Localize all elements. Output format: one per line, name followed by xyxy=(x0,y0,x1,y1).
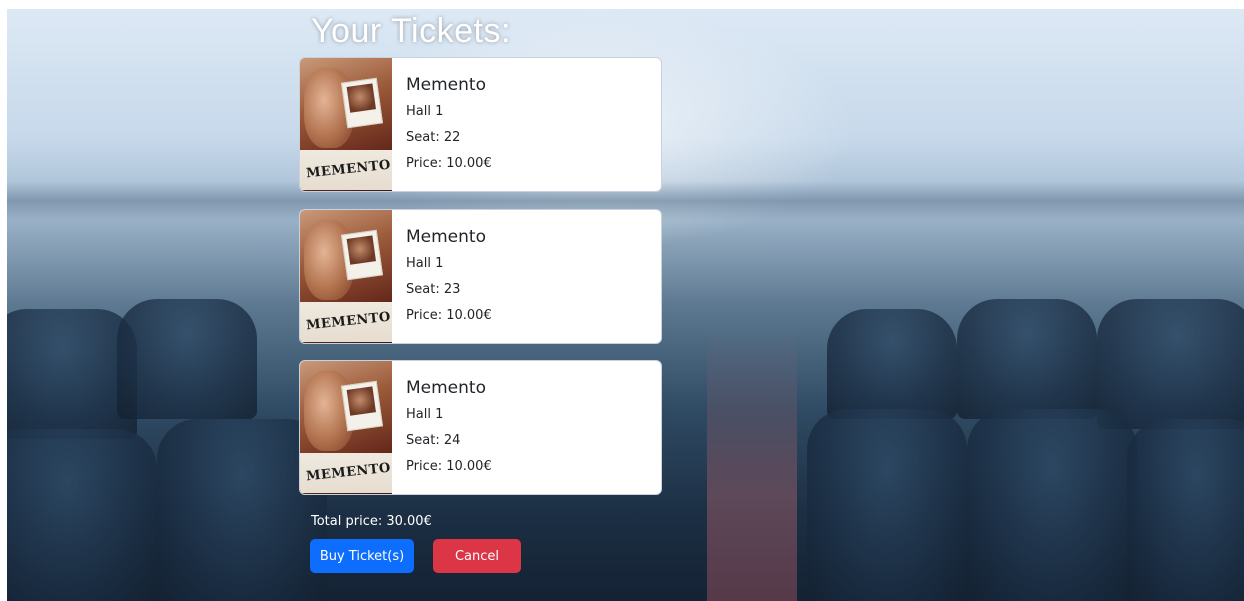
movie-poster: MEMENTO xyxy=(300,58,392,191)
ticket-seat: Seat: 24 xyxy=(406,433,461,448)
background-seat xyxy=(807,409,967,601)
ticket-hall: Hall 1 xyxy=(406,407,444,422)
ticket-card: MEMENTO Memento Hall 1 Seat: 24 Price: 1… xyxy=(299,360,662,495)
ticket-price: Price: 10.00€ xyxy=(406,308,492,323)
background-seat xyxy=(7,429,157,601)
ticket-info: Memento Hall 1 Seat: 24 Price: 10.00€ xyxy=(406,378,492,484)
movie-poster: MEMENTO xyxy=(300,361,392,494)
ticket-seat: Seat: 23 xyxy=(406,282,461,297)
ticket-hall: Hall 1 xyxy=(406,256,444,271)
movie-title: Memento xyxy=(406,75,486,95)
ticket-price: Price: 10.00€ xyxy=(406,459,492,474)
poster-polaroid xyxy=(340,77,384,129)
total-price: Total price: 30.00€ xyxy=(311,514,432,529)
background-seat xyxy=(1127,419,1244,601)
cancel-button[interactable]: Cancel xyxy=(433,539,521,573)
page-title: Your Tickets: xyxy=(311,12,511,50)
ticket-card: MEMENTO Memento Hall 1 Seat: 22 Price: 1… xyxy=(299,57,662,192)
buy-tickets-button[interactable]: Buy Ticket(s) xyxy=(310,539,414,573)
background-aisle xyxy=(707,329,797,601)
ticket-card: MEMENTO Memento Hall 1 Seat: 23 Price: 1… xyxy=(299,209,662,344)
background-seat xyxy=(117,299,257,419)
ticket-price: Price: 10.00€ xyxy=(406,156,492,171)
movie-poster: MEMENTO xyxy=(300,210,392,343)
background-seat xyxy=(1097,299,1244,429)
ticket-info: Memento Hall 1 Seat: 23 Price: 10.00€ xyxy=(406,227,492,333)
movie-title: Memento xyxy=(406,227,486,247)
background-seat xyxy=(957,299,1097,419)
ticket-seat: Seat: 22 xyxy=(406,130,461,145)
poster-polaroid xyxy=(340,380,384,432)
ticket-info: Memento Hall 1 Seat: 22 Price: 10.00€ xyxy=(406,75,492,181)
background-seat xyxy=(967,409,1137,601)
poster-polaroid xyxy=(340,229,384,281)
movie-title: Memento xyxy=(406,378,486,398)
background-seat xyxy=(827,309,957,419)
ticket-hall: Hall 1 xyxy=(406,104,444,119)
